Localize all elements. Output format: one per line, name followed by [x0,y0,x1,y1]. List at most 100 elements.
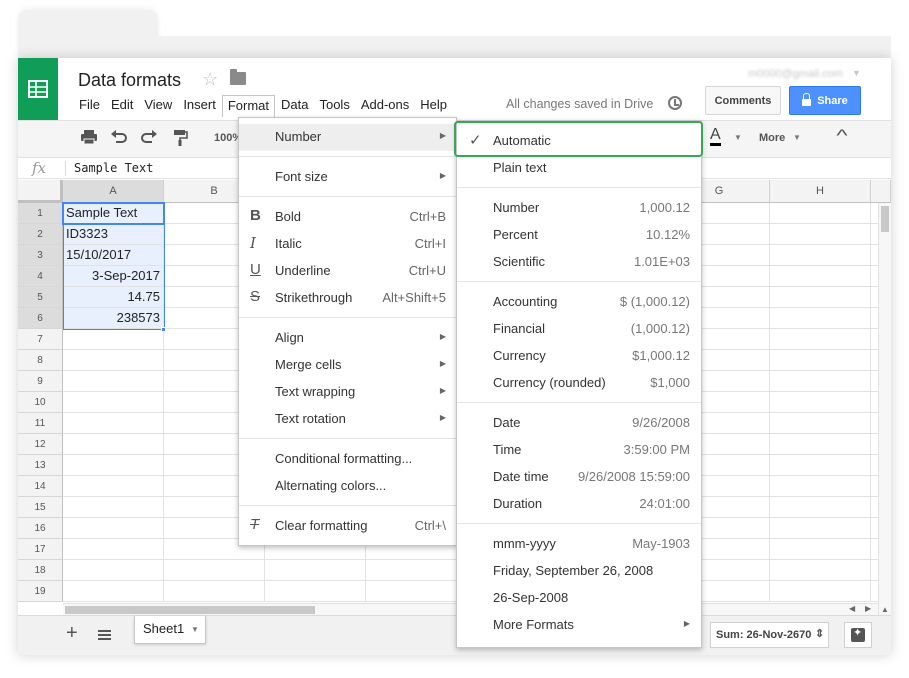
grid-cell[interactable] [770,413,871,434]
sum-explorer[interactable]: Sum: 26-Nov-2670 ⇕ [710,622,829,648]
format-menu-alternating-colors[interactable]: Alternating colors... [239,473,456,500]
save-status[interactable]: All changes saved in Drive [506,97,653,111]
cell-a2[interactable]: ID3323 [63,224,164,245]
scrollbar-thumb[interactable] [881,206,889,232]
number-format-percent[interactable]: Percent 10.12% [457,222,701,249]
row-header[interactable]: 3 [18,245,63,266]
print-icon[interactable] [80,129,98,150]
row-header[interactable]: 14 [18,476,63,497]
number-format-date-time[interactable]: Date time 9/26/2008 15:59:00 [457,464,701,491]
paint-format-icon[interactable] [172,129,188,152]
format-menu-bold[interactable]: B Bold Ctrl+B [239,204,456,231]
row-header[interactable]: 2 [18,224,63,245]
more-button[interactable]: More [759,132,785,144]
row-header[interactable]: 11 [18,413,63,434]
all-sheets-icon[interactable] [98,630,111,640]
add-sheet-icon[interactable]: + [66,622,78,645]
grid-cell[interactable] [770,350,871,371]
grid-cell[interactable] [770,203,871,224]
grid-cell[interactable] [63,539,164,560]
row-header[interactable]: 6 [18,308,63,329]
format-menu-text-rotation[interactable]: Text rotation ▶ [239,406,456,433]
grid-cell[interactable] [63,434,164,455]
row-header[interactable]: 13 [18,455,63,476]
grid-cell[interactable] [265,560,366,581]
redo-icon[interactable] [140,129,158,150]
grid-cell[interactable] [770,497,871,518]
chevron-down-icon[interactable]: ▼ [734,133,742,142]
grid-cell[interactable] [770,581,871,602]
format-menu-italic[interactable]: I Italic Ctrl+I [239,231,456,258]
select-all-corner[interactable] [18,180,63,203]
number-format-accounting[interactable]: Accounting $ (1,000.12) [457,289,701,316]
grid-cell[interactable] [770,266,871,287]
grid-cell[interactable] [770,308,871,329]
format-menu-strikethrough[interactable]: S Strikethrough Alt+Shift+5 [239,285,456,312]
star-icon[interactable]: ☆ [202,69,218,90]
grid-cell[interactable] [770,539,871,560]
chevron-down-icon[interactable]: ▼ [793,133,801,142]
chevron-up-icon[interactable]: ^ [836,126,847,146]
number-format-mmm-yyyy[interactable]: mmm-yyyy May-1903 [457,531,701,558]
cell-a6[interactable]: 238573 [63,308,164,329]
undo-icon[interactable] [110,129,128,150]
grid-cell[interactable] [770,434,871,455]
row-header[interactable]: 17 [18,539,63,560]
cell-a3[interactable]: 15/10/2017 [63,245,164,266]
row-header[interactable]: 8 [18,350,63,371]
grid-cell[interactable] [63,413,164,434]
number-format-scientific[interactable]: Scientific 1.01E+03 [457,249,701,276]
grid-cell[interactable] [63,476,164,497]
number-format-currency-rounded[interactable]: Currency (rounded) $1,000 [457,370,701,397]
cell-a1[interactable]: Sample Text [63,203,164,224]
grid-cell[interactable] [63,560,164,581]
column-header-h[interactable]: H [770,180,871,203]
fill-handle[interactable] [161,327,166,332]
sheet-tab[interactable]: Sheet1 ▼ [134,616,206,644]
number-format-currency[interactable]: Currency $1,000.12 [457,343,701,370]
column-header-a[interactable]: A [63,180,164,203]
chevron-down-icon[interactable]: ▼ [852,68,861,78]
row-header[interactable]: 12 [18,434,63,455]
format-menu-font-size[interactable]: Font size ▶ [239,164,456,191]
chevron-down-icon[interactable]: ▼ [191,625,199,634]
row-header[interactable]: 18 [18,560,63,581]
text-color-icon[interactable]: A [710,127,721,146]
menu-file[interactable]: File [74,95,105,117]
number-format-short-date[interactable]: 26-Sep-2008 [457,585,701,612]
row-header[interactable]: 1 [18,203,63,224]
format-menu-underline[interactable]: U Underline Ctrl+U [239,258,456,285]
number-format-date[interactable]: Date 9/26/2008 [457,410,701,437]
share-button[interactable]: Share [789,86,861,115]
menu-data[interactable]: Data [276,95,313,117]
scrollbar-thumb[interactable] [65,606,315,614]
number-format-time[interactable]: Time 3:59:00 PM [457,437,701,464]
row-header[interactable]: 10 [18,392,63,413]
scroll-left-icon[interactable]: ◀ [849,604,855,613]
menu-help[interactable]: Help [415,95,452,117]
grid-cell[interactable] [63,329,164,350]
grid-cell[interactable] [63,455,164,476]
row-header[interactable]: 15 [18,497,63,518]
grid-cell[interactable] [63,350,164,371]
row-header[interactable]: 19 [18,581,63,602]
grid-cell[interactable] [366,560,467,581]
grid-cell[interactable] [164,560,265,581]
number-format-automatic[interactable]: ✓ Automatic [457,128,701,155]
sheets-logo-icon[interactable] [18,58,58,120]
grid-cell[interactable] [770,518,871,539]
format-menu-merge-cells[interactable]: Merge cells ▶ [239,352,456,379]
grid-cell[interactable] [770,476,871,497]
menu-format[interactable]: Format [221,95,275,117]
comments-button[interactable]: Comments [705,86,781,115]
row-header[interactable]: 5 [18,287,63,308]
menu-view[interactable]: View [139,95,177,117]
menu-add-ons[interactable]: Add-ons [356,95,414,117]
format-menu-align[interactable]: Align ▶ [239,325,456,352]
grid-cell[interactable] [770,560,871,581]
vertical-scrollbar[interactable]: ▲ ▼ [878,203,891,628]
grid-cell[interactable] [770,224,871,245]
row-header[interactable]: 4 [18,266,63,287]
user-email[interactable]: m0000@gmail.com [748,68,843,80]
cell-a4[interactable]: 3-Sep-2017 [63,266,164,287]
